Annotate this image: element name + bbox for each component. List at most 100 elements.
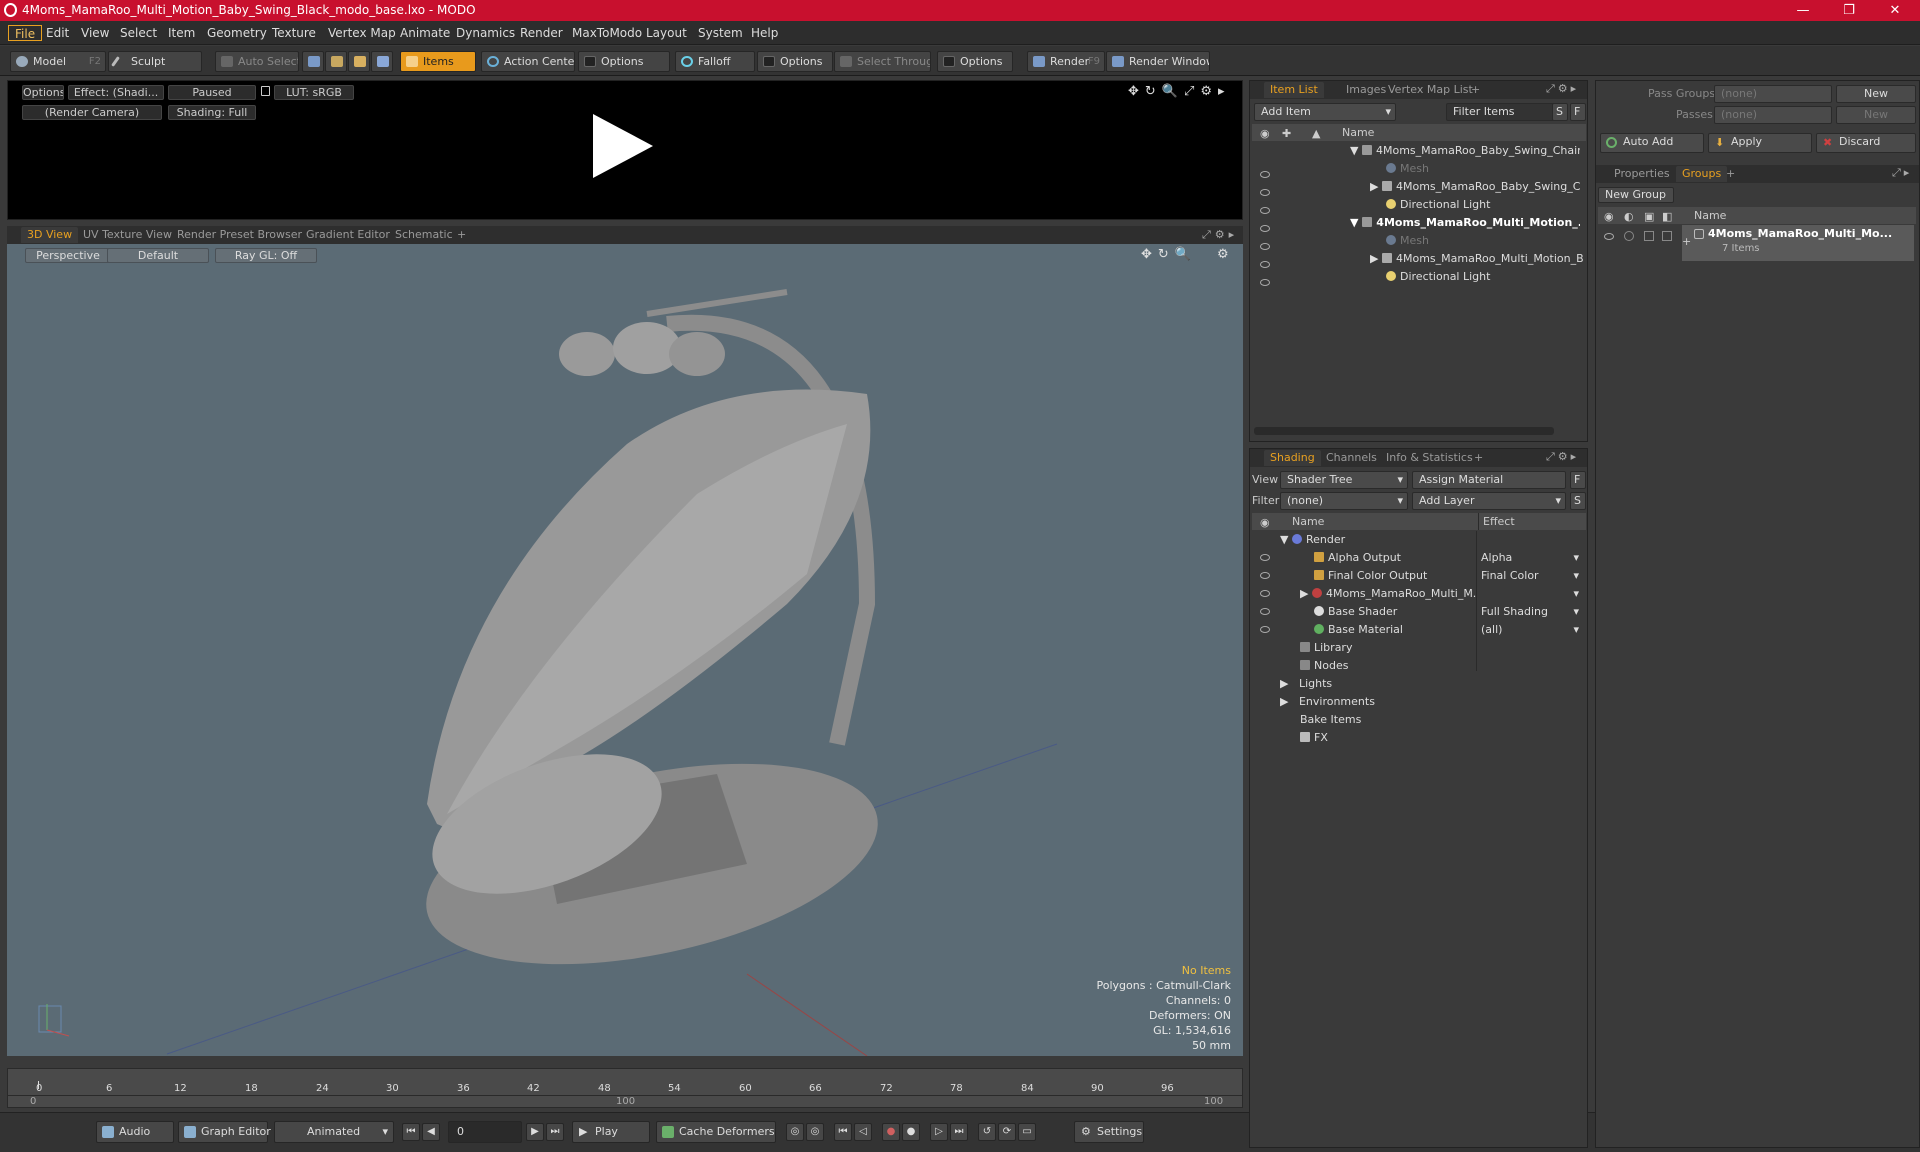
menu-view[interactable]: View: [75, 25, 115, 41]
materials-mode-button[interactable]: [371, 51, 393, 72]
menu-vertex-map[interactable]: Vertex Map: [322, 25, 402, 41]
shader-row-nodes[interactable]: Nodes: [1300, 657, 1470, 675]
timeline[interactable]: 0 6 12 18 24 30 36 42 48 54 60 66 72 78 …: [7, 1068, 1243, 1108]
tab-uv-texture-view[interactable]: UV Texture View: [77, 227, 178, 243]
menu-system[interactable]: System: [692, 25, 749, 41]
add-item-dropdown[interactable]: Add Item ▾: [1254, 103, 1396, 121]
preview-shading-dropdown[interactable]: Shading: Full: [168, 105, 256, 120]
menu-animate[interactable]: Animate: [394, 25, 456, 41]
shader-row-base-shader[interactable]: Base Shader: [1314, 603, 1474, 621]
tree-row-light-b[interactable]: Directional Light: [1386, 268, 1576, 286]
assign-material-button[interactable]: Assign Material: [1412, 471, 1566, 489]
preview-options-button[interactable]: Options: [22, 85, 64, 100]
tab-add[interactable]: +: [1465, 82, 1486, 98]
visibility-eye-icons[interactable]: [1260, 165, 1270, 286]
effect-dropdown-alpha[interactable]: Alpha ▾: [1481, 549, 1581, 567]
tab-info-statistics[interactable]: Info & Statistics: [1380, 450, 1479, 466]
vertices-mode-button[interactable]: [302, 51, 324, 72]
eye-icon[interactable]: [1260, 572, 1270, 579]
edges-mode-button[interactable]: [325, 51, 347, 72]
new-group-button[interactable]: New Group: [1598, 187, 1674, 203]
shading-tab-icons[interactable]: ⤢⚙▸: [1546, 450, 1579, 464]
tree-row-mesh-b[interactable]: Mesh: [1386, 232, 1576, 250]
effect-dropdown-final-color[interactable]: Final Color ▾: [1481, 567, 1581, 585]
3d-viewport[interactable]: Perspective Default Ray GL: Off ✥↻🔍 ⚙ No…: [7, 244, 1243, 1056]
menu-help[interactable]: Help: [745, 25, 784, 41]
render-window-button[interactable]: Render Window: [1106, 51, 1210, 72]
preview-paused-button[interactable]: Paused: [168, 85, 256, 100]
key-all-icon[interactable]: ◎: [806, 1123, 824, 1141]
cache-deformers-button[interactable]: Cache Deformers: [656, 1121, 776, 1143]
add-layer-dropdown[interactable]: Add Layer ▾: [1412, 492, 1566, 510]
apply-button[interactable]: ⬇ Apply: [1708, 133, 1812, 153]
model-mode-button[interactable]: Model F2: [10, 51, 106, 72]
next-frame-button[interactable]: ▶: [526, 1123, 544, 1141]
viewport-tab-icons[interactable]: ⤢⚙▸: [1202, 228, 1238, 242]
lock-toggle-icon[interactable]: [1644, 231, 1654, 241]
eye-icon[interactable]: [1260, 554, 1270, 561]
shader-row-lights[interactable]: ▶ Lights: [1280, 675, 1450, 693]
filter-items-input[interactable]: Filter Items: [1446, 103, 1558, 121]
eye-icon[interactable]: [1260, 171, 1270, 178]
select-through-button[interactable]: Select Through: [834, 51, 931, 72]
preview-nav-icons[interactable]: ✥↻🔍⤢⚙▸: [1128, 84, 1231, 99]
shader-row-material-group[interactable]: ▶ 4Moms_MamaRoo_Multi_M...: [1300, 585, 1476, 603]
minimize-button[interactable]: —: [1780, 0, 1826, 21]
shader-eye-icons[interactable]: [1260, 554, 1270, 633]
next-key-icon[interactable]: ⏭: [950, 1123, 968, 1141]
menu-render[interactable]: Render: [514, 25, 569, 41]
maximize-button[interactable]: ❐: [1826, 0, 1872, 21]
eye-icon[interactable]: [1260, 279, 1270, 286]
prev-key-icon[interactable]: ⏮: [834, 1123, 852, 1141]
eye-icon[interactable]: [1260, 590, 1270, 597]
settings-button[interactable]: ⚙ Settings: [1074, 1121, 1144, 1143]
record-icon[interactable]: ●: [882, 1123, 900, 1141]
render-toggle-icon[interactable]: [1624, 231, 1634, 241]
eye-icon[interactable]: [1260, 207, 1270, 214]
filter-s-button[interactable]: S: [1552, 103, 1568, 121]
shader-row-final-color[interactable]: Final Color Output: [1314, 567, 1474, 585]
animated-dropdown[interactable]: Animated ▾: [274, 1121, 394, 1143]
menu-layout[interactable]: Layout: [640, 25, 693, 41]
render-button[interactable]: Render F9: [1027, 51, 1105, 72]
tab-gradient-editor[interactable]: Gradient Editor: [300, 227, 396, 243]
tab-render-preset-browser[interactable]: Render Preset Browser: [171, 227, 308, 243]
current-frame-input[interactable]: 0: [448, 1121, 522, 1143]
preview-effect-dropdown[interactable]: Effect: (Shadi...: [68, 85, 164, 100]
groups-tab-icons[interactable]: ⤢▸: [1892, 166, 1912, 180]
tab-add[interactable]: +: [1468, 450, 1489, 466]
falloff-options-button[interactable]: Options: [757, 51, 833, 72]
shader-row-render[interactable]: ▼ Render: [1280, 531, 1480, 549]
view-dropdown[interactable]: Shader Tree ▾: [1280, 471, 1408, 489]
lock-icon[interactable]: [261, 86, 270, 96]
items-mode-button[interactable]: Items: [400, 51, 476, 72]
menu-item[interactable]: Item: [162, 25, 201, 41]
effect-dropdown-base-shader[interactable]: Full Shading ▾: [1481, 603, 1581, 621]
preview-lut-dropdown[interactable]: LUT: sRGB: [274, 85, 354, 100]
menu-maxtomodo[interactable]: MaxToModo: [566, 25, 648, 41]
tree-row-light-a[interactable]: Directional Light: [1386, 196, 1576, 214]
prev-key-button[interactable]: ◀: [422, 1123, 440, 1141]
pass-groups-new-button[interactable]: New: [1836, 85, 1916, 103]
action-center-button[interactable]: Action Center: [481, 51, 575, 72]
passes-dropdown[interactable]: (none): [1714, 106, 1832, 124]
pass-groups-dropdown[interactable]: (none): [1714, 85, 1832, 103]
falloff-button[interactable]: Falloff: [675, 51, 755, 72]
tree-row-locator-a[interactable]: ▶ 4Moms_MamaRoo_Baby_Swing_Chair: [1370, 178, 1580, 196]
menu-edit[interactable]: Edit: [40, 25, 75, 41]
range-icon[interactable]: ▭: [1018, 1123, 1036, 1141]
group-row[interactable]: + 4Moms_MamaRoo_Multi_Mo... 7 Items: [1682, 225, 1914, 261]
sync-icon[interactable]: ⟳: [998, 1123, 1016, 1141]
tab-item-list[interactable]: Item List: [1264, 82, 1324, 98]
shader-row-fx[interactable]: FX: [1300, 729, 1470, 747]
eye-icon[interactable]: [1260, 261, 1270, 268]
tree-row-mesh-a[interactable]: Mesh: [1386, 160, 1576, 178]
select-through-options-button[interactable]: Options: [937, 51, 1013, 72]
audio-button[interactable]: Audio: [96, 1121, 174, 1143]
tab-shading[interactable]: Shading: [1264, 450, 1321, 466]
itemlist-scrollbar[interactable]: [1254, 427, 1554, 435]
menu-geometry[interactable]: Geometry: [201, 25, 273, 41]
filter-f-button[interactable]: F: [1570, 103, 1586, 121]
eye-icon[interactable]: [1260, 243, 1270, 250]
loop-icon[interactable]: ↺: [978, 1123, 996, 1141]
